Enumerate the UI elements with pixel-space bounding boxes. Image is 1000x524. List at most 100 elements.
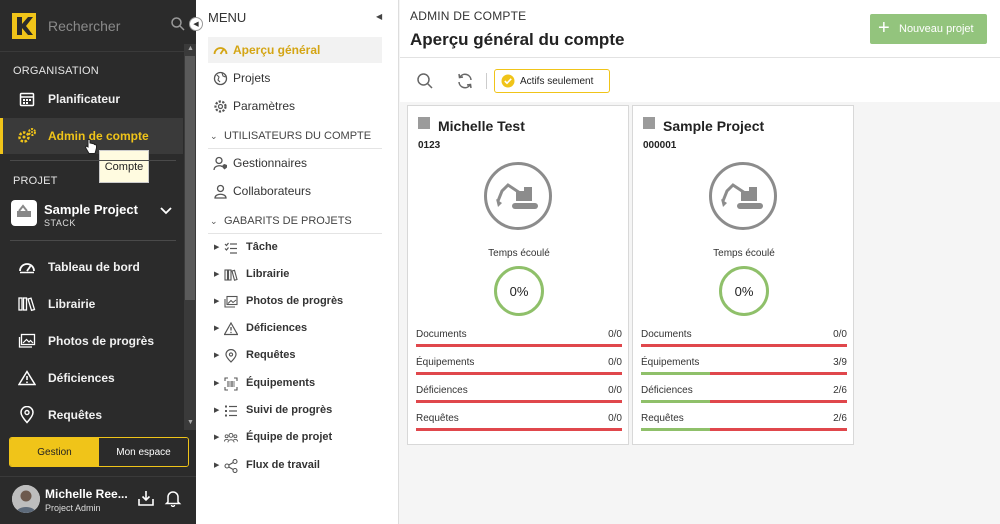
search-icon[interactable] <box>416 72 434 90</box>
menu-subitem-tache[interactable]: ▶ Tâche <box>214 236 382 260</box>
card-checkbox[interactable] <box>418 117 430 129</box>
sidebar-item-planificateur[interactable]: Planificateur <box>0 81 183 117</box>
stat-bar <box>416 344 622 347</box>
scroll-down-icon[interactable]: ▼ <box>187 419 194 426</box>
project-card[interactable]: Michelle Test 0123 Temps écoulé 0% Docum… <box>407 105 629 445</box>
menu-subitem-flux-de-travail[interactable]: ▶ Flux de travail <box>214 454 382 478</box>
avatar[interactable] <box>12 485 40 513</box>
calendar-icon <box>17 89 37 109</box>
sidebar-search-row: Rechercher <box>0 0 196 52</box>
stat-bar <box>416 372 622 375</box>
caret-right-icon: ▶ <box>214 352 220 359</box>
stat-bar-fill <box>641 400 710 403</box>
toolbar-divider <box>486 73 487 89</box>
active-only-filter[interactable]: Actifs seulement <box>494 69 610 93</box>
refresh-icon[interactable] <box>456 72 474 90</box>
user-icon <box>214 184 227 199</box>
stat-label: Documents <box>416 329 467 340</box>
menu-subitem-deficiences[interactable]: ▶ Déficiences <box>214 317 382 341</box>
collapse-menu-icon[interactable]: ◀ <box>376 12 382 21</box>
gears-icon <box>17 126 37 146</box>
list-icon <box>225 405 237 417</box>
caret-right-icon: ▶ <box>214 271 220 278</box>
menu-section-utilisateurs[interactable]: ⌄ UTILISATEURS DU COMPTE <box>208 125 382 149</box>
globe-icon <box>213 71 228 85</box>
stat-row: Requêtes 0/0 <box>416 413 622 439</box>
photos-icon <box>17 331 37 351</box>
project-title: PROJET <box>13 175 58 187</box>
menu-item-apercu-general[interactable]: Aperçu général <box>208 37 382 63</box>
tooltip: Compte <box>99 150 149 183</box>
main-content: ADMIN DE COMPTE Aperçu général du compte… <box>400 0 1000 524</box>
stat-row: Requêtes 2/6 <box>641 413 847 439</box>
menu-item-gestionnaires[interactable]: Gestionnaires <box>208 150 382 176</box>
workspace-toggle[interactable]: Gestion Mon espace <box>9 437 189 467</box>
menu-subitem-suivi-de-progres[interactable]: ▶ Suivi de progrès <box>214 399 382 423</box>
toggle-mon-espace[interactable]: Mon espace <box>99 438 188 466</box>
sidebar-item-tableau-de-bord[interactable]: Tableau de bord <box>0 249 183 285</box>
sidebar-item-deficiences[interactable]: Déficiences <box>0 360 183 396</box>
project-card[interactable]: Sample Project 000001 Temps écoulé 0% Do… <box>632 105 854 445</box>
menu-item-parametres[interactable]: Paramètres <box>208 93 382 119</box>
page-header: ADMIN DE COMPTE Aperçu général du compte… <box>400 0 1000 58</box>
sidebar-item-requetes[interactable]: Requêtes <box>0 397 183 433</box>
menu-item-collaborateurs[interactable]: Collaborateurs <box>208 178 382 204</box>
menu-subitem-photos-de-progres[interactable]: ▶ Photos de progrès <box>214 290 382 314</box>
search-icon[interactable] <box>170 16 186 32</box>
menu-item-label: Gestionnaires <box>233 156 308 170</box>
progress-ring: 0% <box>494 266 544 316</box>
library-icon <box>224 269 238 281</box>
caret-right-icon: ▶ <box>214 244 220 251</box>
new-project-button[interactable]: + Nouveau projet <box>870 14 987 44</box>
bell-icon[interactable] <box>164 489 182 507</box>
menu-subitem-label: Photos de progrès <box>246 295 344 307</box>
menu-section-gabarits[interactable]: ⌄ GABARITS DE PROJETS <box>208 210 382 234</box>
project-sub: STACK <box>44 218 76 228</box>
sidebar-divider <box>10 240 176 241</box>
sidebar-item-librairie[interactable]: Librairie <box>0 286 183 322</box>
menu-section-title: UTILISATEURS DU COMPTE <box>224 130 372 142</box>
gauge-icon <box>213 46 228 54</box>
organisation-title: ORGANISATION <box>13 65 99 77</box>
caret-right-icon: ▶ <box>214 298 220 305</box>
sidebar-item-label: Requêtes <box>48 408 103 422</box>
scrollbar-thumb[interactable] <box>185 56 195 300</box>
gear-icon <box>214 99 227 113</box>
photos-icon <box>224 295 238 308</box>
project-logo <box>11 200 37 226</box>
menu-subitem-equipe-de-projet[interactable]: ▶ Équipe de projet <box>214 426 382 450</box>
card-project-name: Michelle Test <box>438 118 525 134</box>
inbox-download-icon[interactable] <box>137 489 155 507</box>
menu-subitem-label: Requêtes <box>246 349 296 361</box>
menu-item-projets[interactable]: Projets <box>208 65 382 91</box>
scroll-up-icon[interactable]: ▲ <box>187 45 194 52</box>
card-project-code: 0123 <box>418 140 441 151</box>
card-project-name: Sample Project <box>663 118 765 134</box>
stat-row: Déficiences 2/6 <box>641 385 847 411</box>
user-shield-icon <box>213 156 227 170</box>
stat-row: Documents 0/0 <box>416 329 622 355</box>
sidebar-scrollbar[interactable]: ▲ ▼ <box>184 44 196 430</box>
collapse-sidebar-button[interactable]: ◀ <box>189 17 203 31</box>
stat-label: Documents <box>641 329 692 340</box>
toolbar: Actifs seulement <box>400 58 1000 102</box>
menu-subitem-equipements[interactable]: ▶ Équipements <box>214 372 382 396</box>
stat-bar <box>641 344 847 347</box>
library-icon <box>17 294 37 314</box>
search-input[interactable]: Rechercher <box>48 18 120 34</box>
sidebar-item-photos-de-progres[interactable]: Photos de progrès <box>0 323 183 359</box>
menu-subitem-librairie[interactable]: ▶ Librairie <box>214 263 382 287</box>
stat-bar-fill <box>641 428 710 431</box>
stat-label: Requêtes <box>416 413 459 424</box>
card-checkbox[interactable] <box>643 117 655 129</box>
stat-bar <box>416 428 622 431</box>
sidebar-item-label: Déficiences <box>48 371 115 385</box>
menu-subitem-label: Librairie <box>246 268 290 280</box>
menu-subitem-label: Équipements <box>246 377 316 389</box>
chevron-down-icon[interactable] <box>160 206 172 216</box>
share-icon <box>224 459 238 473</box>
stat-bar <box>641 428 847 431</box>
sidebar-item-label: Librairie <box>48 297 96 311</box>
toggle-gestion[interactable]: Gestion <box>10 438 99 466</box>
menu-subitem-requetes[interactable]: ▶ Requêtes <box>214 344 382 368</box>
